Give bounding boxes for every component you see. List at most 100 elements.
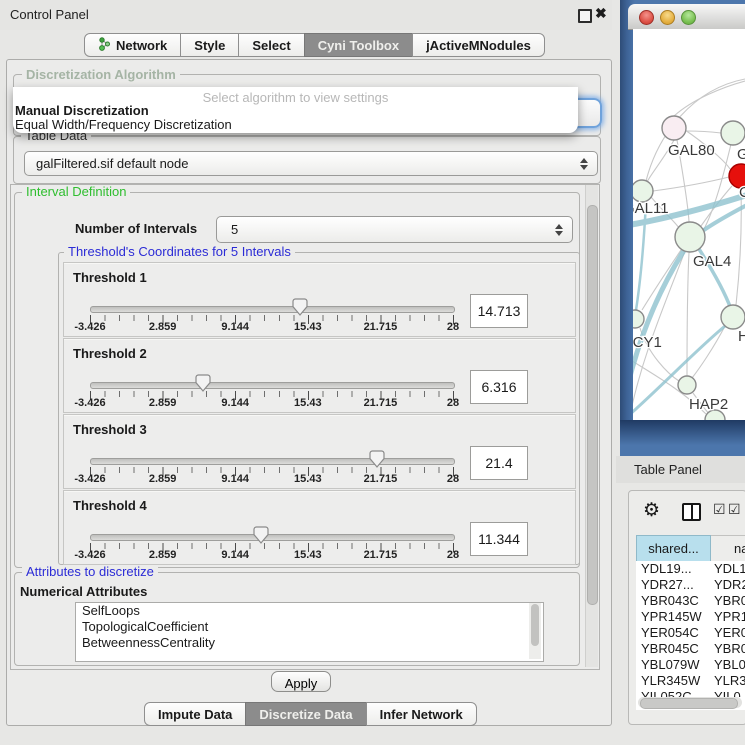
attribute-list-item[interactable]: SelfLoops [76,603,543,619]
algorithm-popup: Select algorithm to view settings Manual… [13,87,578,133]
node-label-hap2: HAP2 [689,396,728,413]
cp-bottom-tabs: Impute Data Discretize Data Infer Network [144,702,477,725]
axis-tick-label: 9.144 [221,397,249,409]
screenshot-root: Control Panel ✖ Network Style Select Cyni T… [0,0,745,745]
cell-name: YER0 [714,625,745,641]
threshold-value-box[interactable]: 21.4 [470,446,528,480]
slider-track[interactable] [90,534,455,541]
tab-discretize-data[interactable]: Discretize Data [245,702,366,726]
node-label-gcy1: GCY1 [633,334,662,351]
spinner-arrows-icon [555,224,563,236]
cell-name: YLR3 [714,673,745,689]
list-scrollbar-thumb[interactable] [531,604,539,646]
axis-tick-label: 21.715 [364,321,398,333]
axis-major-ticks [90,467,454,476]
checkbox-icon[interactable]: ☑ [713,501,726,518]
column-header-name[interactable]: na [711,535,745,563]
cell-shared-name: YDR27... [641,577,694,593]
column-header-shared-name[interactable]: shared... [636,535,711,563]
checkbox-icon[interactable]: ☑ [728,501,741,518]
split-columns-icon[interactable] [682,503,701,521]
cell-name: YDL1 [714,561,745,577]
tab-network[interactable]: Network [84,33,181,57]
cell-name: YBR0 [714,593,745,609]
zoom-traffic-light-icon[interactable] [681,10,696,25]
axis-tick-label: -3.426 [74,397,105,409]
axis-tick-label: 2.859 [149,321,177,333]
table-row[interactable]: YBL079WYBL0 [636,657,745,673]
attribute-list-item[interactable]: TopologicalCoefficient [76,619,543,635]
tab-label: Style [194,38,225,53]
axis-tick-label: 28 [447,321,459,333]
threshold-label: Threshold 3 [73,422,147,437]
minimize-traffic-light-icon[interactable] [660,10,675,25]
node-gal11 [633,180,653,202]
apply-button[interactable]: Apply [271,671,331,692]
table-row[interactable]: YBR043C YBR0 [636,593,745,609]
slider-handle[interactable] [292,298,308,316]
slider-track[interactable] [90,458,455,465]
slider-track[interactable] [90,306,455,313]
node-label-partial-ga: GA [737,146,745,163]
tab-cyni-toolbox[interactable]: Cyni Toolbox [304,33,413,57]
table-rows[interactable]: YDL19...YDL1YDR27...YDR2YBR043CYBR0YPR14… [636,561,745,697]
cp-tabs: Network Style Select Cyni ToolboxjActiveMNo… [84,33,545,57]
threshold-panels: Threshold 1 -3.426 2.859 9.144 15.43 21.715 28… [58,252,580,565]
tab-jactivemnodules[interactable]: jActiveMNodules [412,33,545,57]
number-of-intervals-combo[interactable]: 5 [216,216,573,243]
threshold-value-box[interactable]: 6.316 [470,370,528,404]
table-row[interactable]: YDL19...YDL1 [636,561,745,577]
spinner-arrows-icon [580,158,588,170]
cell-shared-name: YIL052C [641,689,692,697]
close-icon[interactable]: ✖ [595,5,607,22]
cell-shared-name: YPR145W [641,609,702,625]
tab-impute-data[interactable]: Impute Data [144,702,246,726]
threshold-value-box[interactable]: 11.344 [470,522,528,556]
gear-icon[interactable]: ⚙ [643,499,660,522]
attribute-list-item[interactable]: BetweennessCentrality [76,635,543,651]
table-row[interactable]: YER054CYER0 [636,625,745,641]
threshold-label: Threshold 1 [73,270,147,285]
table-row[interactable]: YBR045CYBR0 [636,641,745,657]
node-h [721,305,745,329]
threshold-panel: Threshold 3-3.4262.8599.14415.4321.71528… [63,414,576,489]
threshold-value-box[interactable]: 14.713 [470,294,528,328]
cell-shared-name: YBR043C [641,593,699,609]
slider-handle[interactable] [195,374,211,392]
tab-label: Impute Data [158,707,232,722]
slider-handle[interactable] [253,526,269,544]
float-window-icon[interactable] [578,9,592,23]
slider-handle[interactable] [369,450,385,468]
vertical-scrollbar-thumb[interactable] [587,205,598,605]
tab-label: Infer Network [380,707,463,722]
node-hap2 [678,376,696,394]
axis-major-ticks [90,391,454,400]
table-row[interactable]: YDR27... YDR2 [636,577,745,593]
axis-tick-label: 2.859 [149,473,177,485]
table-row[interactable]: YLR345W YLR3 [636,673,745,689]
popup-option-equal-width[interactable]: Equal Width/Frequency Discretization [15,117,232,132]
cell-shared-name: YLR345W [641,673,700,689]
close-traffic-light-icon[interactable] [639,10,654,25]
node-gcy1 [633,310,644,328]
tab-select[interactable]: Select [238,33,304,57]
tab-label: Select [252,38,290,53]
popup-option-manual[interactable]: Manual Discretization [15,103,149,118]
slider-track[interactable] [90,382,455,389]
network-canvas[interactable]: GAL80 GAL11 GAL4 GCY1 HAP2 GA C H [633,29,745,420]
cell-name: YDR2 [714,577,745,593]
control-panel-title: Control Panel [10,0,89,30]
cell-shared-name: YBR045C [641,641,699,657]
tab-infer-network[interactable]: Infer Network [366,702,477,726]
table-data-combo[interactable]: galFiltered.sif default node [24,151,598,176]
horizontal-scrollbar-thumb[interactable] [640,698,738,709]
threshold-panel: Threshold 2-3.4262.8599.14415.4321.71528… [63,338,576,413]
threshold-label: Threshold 2 [73,346,147,361]
table-row[interactable]: YIL052CYIL0 [636,689,745,697]
tab-style[interactable]: Style [180,33,239,57]
axis-tick-label: 15.43 [294,321,322,333]
axis-tick-label: -3.426 [74,549,105,561]
table-row[interactable]: YPR145WYPR1 [636,609,745,625]
numerical-attributes-list[interactable]: SelfLoopsTopologicalCoefficientBetweenne… [75,602,544,662]
table-panel-title: Table Panel [634,456,702,483]
